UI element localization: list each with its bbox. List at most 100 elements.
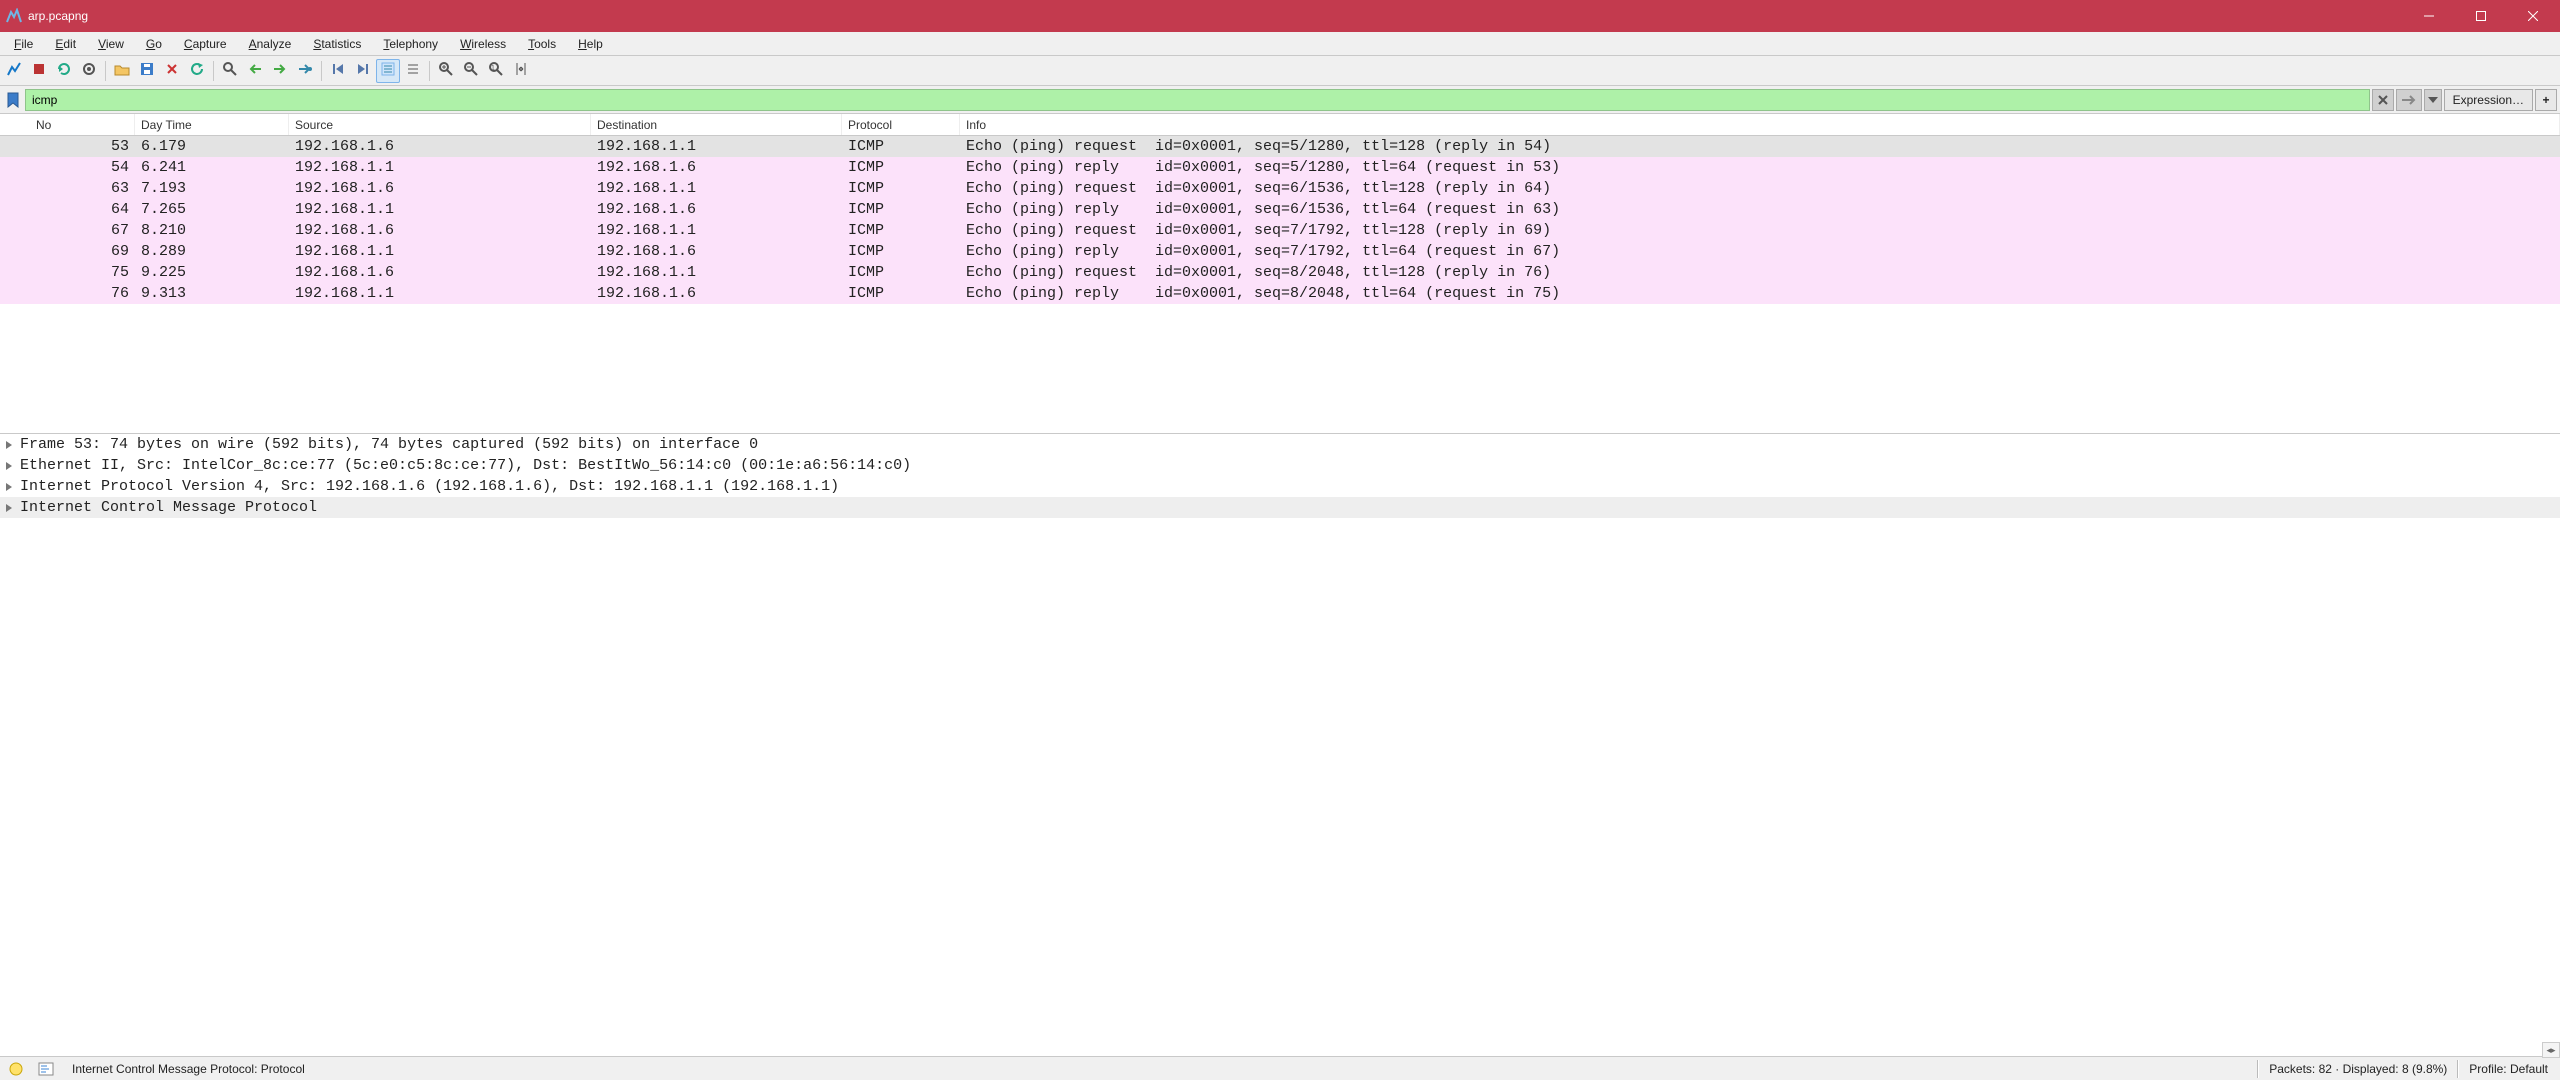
menu-help[interactable]: Help: [568, 34, 613, 54]
maximize-button[interactable]: [2458, 0, 2504, 32]
filter-bookmark-icon[interactable]: [3, 90, 23, 110]
back-icon: [247, 63, 263, 78]
first-icon: [331, 62, 345, 79]
save-button[interactable]: [135, 59, 159, 83]
autoscroll-enabled-icon: [380, 61, 396, 80]
autoscroll-button[interactable]: [401, 59, 425, 83]
reload-button[interactable]: [185, 59, 209, 83]
forward-button[interactable]: [268, 59, 292, 83]
cell-prot: ICMP: [842, 201, 960, 218]
cell-prot: ICMP: [842, 222, 960, 239]
jump-button[interactable]: [293, 59, 317, 83]
cell-time: 9.313: [135, 285, 289, 302]
cell-info: Echo (ping) request id=0x0001, seq=6/153…: [960, 180, 2560, 197]
details-scroll-handle[interactable]: ◂▸: [2542, 1042, 2560, 1058]
detail-tree-item[interactable]: Internet Protocol Version 4, Src: 192.16…: [0, 476, 2560, 497]
stop-button[interactable]: [27, 59, 51, 83]
resize-cols-button[interactable]: [509, 59, 533, 83]
detail-tree-item[interactable]: Frame 53: 74 bytes on wire (592 bits), 7…: [0, 434, 2560, 455]
zoom-in-icon: [438, 61, 454, 80]
zoom-in-button[interactable]: [434, 59, 458, 83]
filter-add-button[interactable]: +: [2535, 89, 2557, 111]
display-filter-input[interactable]: [25, 89, 2370, 111]
expand-icon[interactable]: [2, 482, 16, 492]
filter-history-dropdown[interactable]: [2424, 89, 2442, 111]
cell-prot: ICMP: [842, 159, 960, 176]
cell-time: 9.225: [135, 264, 289, 281]
last-button[interactable]: [351, 59, 375, 83]
column-header-daytime[interactable]: Day Time: [135, 114, 289, 135]
close-button[interactable]: [160, 59, 184, 83]
expert-info-button[interactable]: [6, 1059, 26, 1079]
packet-row[interactable]: 536.179192.168.1.6192.168.1.1ICMPEcho (p…: [0, 136, 2560, 157]
packet-row[interactable]: 698.289192.168.1.1192.168.1.6ICMPEcho (p…: [0, 241, 2560, 262]
menu-edit[interactable]: Edit: [45, 34, 86, 54]
packet-row[interactable]: 769.313192.168.1.1192.168.1.6ICMPEcho (p…: [0, 283, 2560, 304]
cell-prot: ICMP: [842, 264, 960, 281]
zoom-reset-button[interactable]: 1: [484, 59, 508, 83]
zoom-out-icon: [463, 61, 479, 80]
menu-statistics[interactable]: Statistics: [303, 34, 371, 54]
close-button[interactable]: [2510, 0, 2556, 32]
menu-go[interactable]: Go: [136, 34, 172, 54]
cell-info: Echo (ping) reply id=0x0001, seq=7/1792,…: [960, 243, 2560, 260]
column-header-dest[interactable]: Destination: [591, 114, 842, 135]
capture-file-properties-button[interactable]: [36, 1059, 56, 1079]
open-icon: [114, 62, 130, 79]
cell-time: 8.289: [135, 243, 289, 260]
open-button[interactable]: [110, 59, 134, 83]
packet-row[interactable]: 759.225192.168.1.6192.168.1.1ICMPEcho (p…: [0, 262, 2560, 283]
find-icon: [222, 61, 238, 80]
toolbar-separator: [429, 61, 430, 81]
autoscroll-icon: [405, 61, 421, 80]
resize-cols-icon: [513, 61, 529, 80]
menu-tools[interactable]: Tools: [518, 34, 566, 54]
menu-telephony[interactable]: Telephony: [373, 34, 448, 54]
column-header-protocol[interactable]: Protocol: [842, 114, 960, 135]
zoom-out-button[interactable]: [459, 59, 483, 83]
cell-src: 192.168.1.1: [289, 243, 591, 260]
find-button[interactable]: [218, 59, 242, 83]
filter-apply-button[interactable]: [2396, 89, 2422, 111]
cell-dst: 192.168.1.1: [591, 222, 842, 239]
packet-row[interactable]: 678.210192.168.1.6192.168.1.1ICMPEcho (p…: [0, 220, 2560, 241]
toolbar-separator: [321, 61, 322, 81]
expand-icon[interactable]: [2, 440, 16, 450]
menubar: FileEditViewGoCaptureAnalyzeStatisticsTe…: [0, 32, 2560, 56]
column-header-no[interactable]: No: [30, 114, 135, 135]
toolbar-separator: [105, 61, 106, 81]
packet-row[interactable]: 647.265192.168.1.1192.168.1.6ICMPEcho (p…: [0, 199, 2560, 220]
detail-tree-item[interactable]: Ethernet II, Src: IntelCor_8c:ce:77 (5c:…: [0, 455, 2560, 476]
menu-analyze[interactable]: Analyze: [239, 34, 302, 54]
cell-time: 7.193: [135, 180, 289, 197]
menu-wireless[interactable]: Wireless: [450, 34, 516, 54]
minimize-button[interactable]: [2406, 0, 2452, 32]
detail-tree-item[interactable]: Internet Control Message Protocol: [0, 497, 2560, 518]
options-button[interactable]: [77, 59, 101, 83]
cell-time: 6.179: [135, 138, 289, 155]
cell-src: 192.168.1.1: [289, 285, 591, 302]
status-profile[interactable]: Profile: Default: [2469, 1062, 2554, 1076]
cell-time: 7.265: [135, 201, 289, 218]
column-header-info[interactable]: Info: [960, 114, 2560, 135]
packet-row[interactable]: 637.193192.168.1.6192.168.1.1ICMPEcho (p…: [0, 178, 2560, 199]
menu-view[interactable]: View: [88, 34, 134, 54]
expand-icon[interactable]: [2, 461, 16, 471]
fin-start-button[interactable]: [2, 59, 26, 83]
filter-expression-button[interactable]: Expression…: [2444, 89, 2533, 111]
status-field-info: Internet Control Message Protocol: Proto…: [66, 1062, 2247, 1076]
menu-capture[interactable]: Capture: [174, 34, 237, 54]
filter-clear-button[interactable]: [2372, 89, 2394, 111]
packet-row[interactable]: 546.241192.168.1.1192.168.1.6ICMPEcho (p…: [0, 157, 2560, 178]
back-button[interactable]: [243, 59, 267, 83]
menu-file[interactable]: File: [4, 34, 43, 54]
expand-icon[interactable]: [2, 503, 16, 513]
restart-button[interactable]: [52, 59, 76, 83]
column-header-source[interactable]: Source: [289, 114, 591, 135]
packet-details-pane: Frame 53: 74 bytes on wire (592 bits), 7…: [0, 434, 2560, 1056]
window-title: arp.pcapng: [28, 9, 88, 23]
autoscroll-enabled-button[interactable]: [376, 59, 400, 83]
cell-no: 67: [30, 222, 135, 239]
cell-info: Echo (ping) reply id=0x0001, seq=8/2048,…: [960, 285, 2560, 302]
first-button[interactable]: [326, 59, 350, 83]
